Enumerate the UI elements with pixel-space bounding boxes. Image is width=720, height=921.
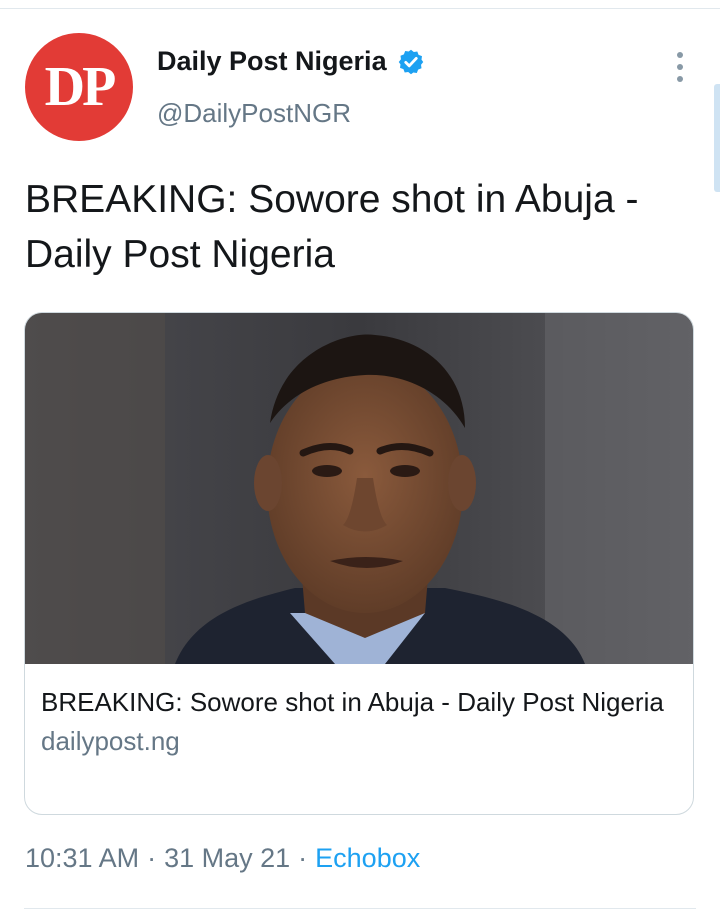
display-name[interactable]: Daily Post Nigeria [157, 46, 387, 77]
bottom-divider [24, 908, 696, 909]
top-divider [0, 8, 720, 9]
scrollbar-thumb[interactable] [714, 84, 720, 192]
tweet-meta: 10:31 AM · 31 May 21 · Echobox [25, 843, 420, 874]
tweet-date: 31 May 21 [164, 843, 291, 873]
account-handle[interactable]: @DailyPostNGR [157, 98, 351, 129]
card-title[interactable]: BREAKING: Sowore shot in Abuja - Daily P… [41, 683, 671, 721]
card-image[interactable] [25, 313, 694, 664]
more-options-icon[interactable] [667, 50, 693, 84]
meta-separator: · [298, 843, 308, 873]
meta-separator: · [147, 843, 157, 873]
avatar-logo-text: DP [44, 56, 117, 118]
tweet-text: BREAKING: Sowore shot in Abuja - Daily P… [25, 178, 639, 276]
tweet-time: 10:31 AM [25, 843, 140, 873]
avatar[interactable]: DP [25, 33, 133, 141]
card-domain[interactable]: dailypost.ng [41, 723, 671, 759]
link-card[interactable]: BREAKING: Sowore shot in Abuja - Daily P… [24, 312, 694, 815]
account-name-row[interactable]: Daily Post Nigeria [157, 46, 425, 77]
card-text[interactable]: BREAKING: Sowore shot in Abuja - Daily P… [41, 683, 671, 759]
verified-badge-icon [398, 49, 423, 74]
tweet-source-link[interactable]: Echobox [315, 843, 420, 874]
